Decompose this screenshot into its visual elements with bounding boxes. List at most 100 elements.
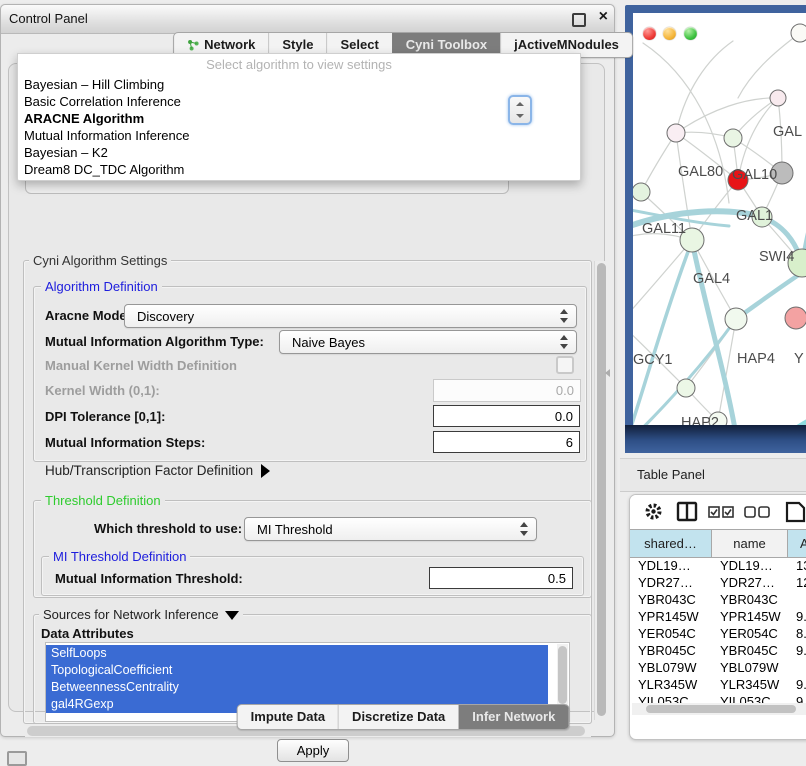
table-horizontal-scrollbar[interactable] bbox=[632, 703, 806, 715]
table-cell: 9. bbox=[788, 642, 806, 659]
table-cell: 9. bbox=[788, 676, 806, 693]
network-edge bbox=[773, 415, 806, 425]
mi-algorithm-type-select[interactable]: Naive Bayes bbox=[279, 330, 577, 354]
table-cell: YER054C bbox=[712, 625, 788, 642]
table-cell: YDR27… bbox=[712, 574, 788, 591]
aracne-mode-select[interactable]: Discovery bbox=[124, 304, 577, 328]
dpi-tolerance-field[interactable]: 0.0 bbox=[433, 405, 580, 427]
table-cell: YLR345W bbox=[712, 676, 788, 693]
network-node[interactable] bbox=[770, 90, 786, 106]
threshold-definition-title: Threshold Definition bbox=[41, 493, 165, 508]
algorithm-option[interactable]: Bayesian – K2 bbox=[18, 144, 580, 161]
table-cell: YPR145W bbox=[712, 608, 788, 625]
mac-zoom-icon[interactable] bbox=[684, 27, 697, 40]
focused-combo-stepper[interactable] bbox=[508, 95, 532, 125]
which-threshold-select[interactable]: MI Threshold bbox=[244, 517, 537, 541]
algorithm-option[interactable]: Bayesian – Hill Climbing bbox=[18, 76, 580, 93]
mi-threshold-field[interactable]: 0.5 bbox=[429, 567, 573, 589]
close-icon[interactable]: × bbox=[599, 8, 608, 26]
network-node[interactable] bbox=[785, 307, 806, 329]
node-label: Y bbox=[794, 351, 804, 367]
select-all-checkboxes-icon[interactable] bbox=[708, 506, 735, 518]
algorithm-option[interactable]: ARACNE Algorithm bbox=[18, 110, 580, 127]
gear-icon[interactable] bbox=[644, 502, 663, 521]
table-cell: 12 bbox=[788, 574, 806, 591]
tab-impute-data[interactable]: Impute Data bbox=[238, 705, 338, 729]
apply-button[interactable]: Apply bbox=[277, 739, 349, 762]
new-column-icon[interactable] bbox=[785, 499, 806, 523]
table-row[interactable]: YBR045CYBR045C9. bbox=[630, 642, 806, 659]
tab-infer-network[interactable]: Infer Network bbox=[458, 705, 568, 729]
float-window-icon[interactable] bbox=[572, 13, 586, 27]
tab-label: Network bbox=[204, 37, 255, 52]
manual-kernel-width-checkbox[interactable] bbox=[556, 356, 574, 374]
column-header-name[interactable]: name bbox=[712, 530, 788, 557]
attribute-item[interactable]: SelfLoops bbox=[46, 645, 548, 662]
control-panel-titlebar[interactable]: Control Panel × bbox=[1, 5, 614, 34]
node-label: GAL4 bbox=[693, 271, 730, 287]
network-node[interactable] bbox=[724, 129, 742, 147]
aracne-mode-label: Aracne Mode: bbox=[45, 308, 131, 323]
network-node[interactable] bbox=[633, 183, 650, 201]
mi-threshold-title: MI Threshold Definition bbox=[49, 549, 190, 564]
table-row[interactable]: YBR043CYBR043C bbox=[630, 591, 806, 608]
kernel-width-field[interactable]: 0.0 bbox=[433, 379, 581, 402]
table-cell: YBL079W bbox=[712, 659, 788, 676]
algorithm-option[interactable]: Basic Correlation Inference bbox=[18, 93, 580, 110]
table-cell: YDL19… bbox=[712, 557, 788, 574]
stepper-icon bbox=[560, 309, 569, 323]
algorithm-definition-title: Algorithm Definition bbox=[41, 279, 162, 294]
network-icon bbox=[187, 39, 199, 51]
tab-discretize-data[interactable]: Discretize Data bbox=[338, 705, 458, 729]
node-label: GCY1 bbox=[633, 352, 673, 368]
network-node[interactable] bbox=[725, 308, 747, 330]
sources-toggle[interactable]: Sources for Network Inference bbox=[39, 607, 243, 622]
network-node[interactable] bbox=[677, 379, 695, 397]
table-row[interactable]: YLR345WYLR345W9. bbox=[630, 676, 806, 693]
splitter-handle-icon[interactable] bbox=[605, 369, 610, 377]
network-node[interactable] bbox=[667, 124, 685, 142]
network-edge bbox=[641, 133, 676, 192]
screen: { "colors":{"accent_blue":"#3a6bd3","sel… bbox=[0, 0, 806, 762]
attribute-item[interactable]: BetweennessCentrality bbox=[46, 679, 548, 696]
table-cell: 9. bbox=[788, 608, 806, 625]
node-label: GAL80 bbox=[678, 164, 723, 180]
collapsed-arrow-icon bbox=[261, 464, 270, 478]
algorithm-option[interactable]: Dream8 DC_TDC Algorithm bbox=[18, 161, 580, 178]
table-panel-title: Table Panel bbox=[637, 467, 705, 482]
network-edge bbox=[738, 33, 800, 98]
node-label: SWI4 bbox=[759, 249, 794, 265]
column-header-shared[interactable]: shared… bbox=[630, 530, 712, 557]
split-columns-icon[interactable] bbox=[676, 501, 698, 522]
hub-definition-label: Hub/Transcription Factor Definition bbox=[45, 463, 253, 478]
table-row[interactable]: YPR145WYPR145W9. bbox=[630, 608, 806, 625]
stepper-icon bbox=[520, 522, 529, 536]
expanded-arrow-icon bbox=[225, 611, 239, 620]
settings-vertical-scrollbar[interactable] bbox=[594, 261, 608, 720]
table-cell: YBR045C bbox=[630, 642, 712, 659]
network-canvas[interactable]: GALGAL80GAL10GAL1GAL11SWI4GAL4GCY1HAP4YH… bbox=[633, 13, 806, 425]
table-cell: 13 bbox=[788, 557, 806, 574]
mac-close-icon[interactable] bbox=[643, 27, 656, 40]
algorithm-option[interactable]: Mutual Information Inference bbox=[18, 127, 580, 144]
deselect-all-checkboxes-icon[interactable] bbox=[744, 506, 771, 518]
sources-label: Sources for Network Inference bbox=[43, 607, 219, 622]
tab-label: Cyni Toolbox bbox=[406, 37, 487, 52]
minimized-panel-chip[interactable] bbox=[7, 751, 27, 766]
attribute-item[interactable]: TopologicalCoefficient bbox=[46, 662, 548, 679]
column-header-A[interactable]: A bbox=[788, 530, 806, 557]
mi-threshold-value: 0.5 bbox=[548, 571, 566, 586]
table-row[interactable]: YBL079WYBL079W bbox=[630, 659, 806, 676]
table-row[interactable]: YDL19…YDL19…13 bbox=[630, 557, 806, 574]
mi-steps-field[interactable]: 6 bbox=[433, 431, 580, 453]
network-node[interactable] bbox=[791, 24, 806, 42]
hub-definition-toggle[interactable]: Hub/Transcription Factor Definition bbox=[45, 463, 270, 478]
table-cell: YER054C bbox=[630, 625, 712, 642]
table-row[interactable]: YDR27…YDR27…12 bbox=[630, 574, 806, 591]
node-label: HAP4 bbox=[737, 351, 775, 367]
mac-minimize-icon[interactable] bbox=[663, 27, 676, 40]
table-row[interactable]: YER054CYER054C8. bbox=[630, 625, 806, 642]
table-panel-bar[interactable]: Table Panel bbox=[620, 458, 806, 492]
table-cell: YBR043C bbox=[630, 591, 712, 608]
table-cell: YBR043C bbox=[712, 591, 788, 608]
